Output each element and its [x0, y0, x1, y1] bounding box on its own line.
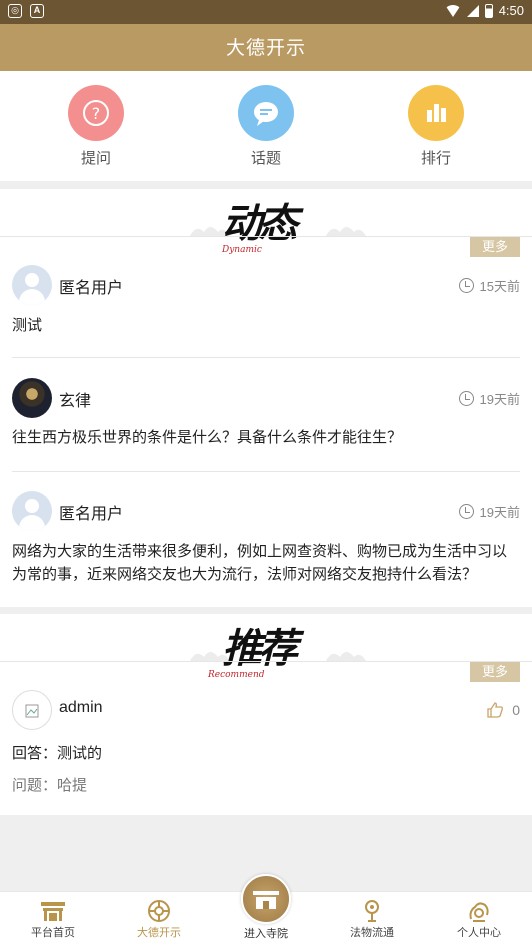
more-button[interactable]: 更多: [470, 662, 520, 682]
like-button[interactable]: 0: [486, 701, 520, 719]
section-title: 动态: [222, 200, 298, 247]
like-count: 0: [512, 702, 520, 718]
avatar: [12, 378, 52, 418]
nav-label: 法物流通: [350, 927, 394, 939]
nav-label: 大德开示: [137, 927, 181, 939]
enter-temple-button[interactable]: [241, 874, 291, 924]
avatar: [12, 690, 52, 730]
battery-icon: [484, 3, 493, 18]
dynamic-section: 动态 Dynamic 更多 匿名用户 15天前 测试 玄律 19天前 往生西方极…: [0, 189, 532, 607]
wifi-icon: [444, 4, 461, 17]
nav-label: 个人中心: [457, 927, 501, 939]
divider: [12, 357, 520, 358]
section-subtitle: Recommend: [208, 670, 265, 680]
post-content: 网络为大家的生活带来很多便利，例如上网查资料、购物已成为生活中习以为常的事，近来…: [12, 543, 508, 583]
user-name: admin: [59, 699, 103, 716]
quick-action-label: 提问: [80, 150, 111, 167]
quick-actions: ? 提问 话题 排行: [0, 71, 532, 181]
post-content: 往生西方极乐世界的条件是什么？具备什么条件才能往生？: [12, 429, 403, 446]
ask-question-button[interactable]: ? 提问: [56, 85, 136, 168]
signal-icon: [466, 4, 479, 17]
nav-item-home[interactable]: 平台首页: [13, 898, 93, 940]
question-icon: ?: [68, 85, 124, 141]
list-item[interactable]: 匿名用户 19天前 网络为大家的生活带来很多便利，例如上网查资料、购物已成为生活…: [12, 491, 520, 591]
list-item[interactable]: 匿名用户 15天前 测试: [12, 265, 520, 335]
answer-text: 回答：测试的: [12, 745, 103, 762]
divider: [0, 236, 532, 237]
nav-label: 进入寺院: [244, 928, 288, 940]
quick-action-label: 排行: [420, 150, 451, 167]
divider: [12, 471, 520, 472]
section-title: 推荐: [222, 625, 298, 672]
quick-action-label: 话题: [250, 150, 281, 167]
topic-button[interactable]: 话题: [226, 85, 306, 168]
user-name: 匿名用户: [59, 506, 124, 523]
more-button[interactable]: 更多: [470, 237, 520, 257]
post-time: 19天前: [458, 389, 520, 408]
post-time: 19天前: [458, 502, 520, 521]
user-name: 匿名用户: [59, 280, 124, 297]
ranking-button[interactable]: 排行: [396, 85, 476, 168]
recommend-section: 推荐 Recommend 更多 admin 0 回答：测试的 问题：哈提: [0, 614, 532, 815]
post-time: 15天前: [458, 276, 520, 295]
status-bar: ◎ A 4:50: [0, 0, 532, 24]
status-time: 4:50: [498, 3, 524, 18]
clock-icon: [458, 278, 474, 293]
list-item[interactable]: 玄律 19天前 往生西方极乐世界的条件是什么？具备什么条件才能往生？: [12, 378, 520, 448]
prayer-beads-icon: [332, 898, 412, 924]
divider: [0, 661, 532, 662]
nav-item-profile[interactable]: 个人中心: [439, 898, 519, 940]
person-cloud-icon: [439, 898, 519, 924]
section-subtitle: Dynamic: [222, 245, 262, 255]
avatar: [12, 491, 52, 531]
nav-label: 平台首页: [31, 927, 75, 939]
nav-item-items[interactable]: 法物流通: [332, 898, 412, 940]
bar-chart-icon: [408, 85, 464, 141]
app-notification-icon: A: [30, 4, 44, 18]
chat-bubble-icon: [238, 85, 294, 141]
svg-text:?: ?: [92, 104, 101, 123]
list-item[interactable]: admin 0 回答：测试的 问题：哈提: [12, 690, 520, 800]
post-content: 测试: [12, 317, 43, 334]
nav-item-dade[interactable]: 大德开示: [119, 898, 199, 940]
user-name: 玄律: [59, 393, 92, 410]
temple-gate-icon: [13, 898, 93, 924]
section-header: 动态 Dynamic 更多: [0, 189, 532, 257]
question-text: 问题：哈提: [12, 777, 88, 794]
clock-icon: [458, 504, 474, 519]
page-title: 大德开示: [0, 24, 532, 71]
dharma-wheel-icon: [119, 898, 199, 924]
section-header: 推荐 Recommend 更多: [0, 614, 532, 682]
avatar: [12, 265, 52, 305]
clock-icon: [458, 391, 474, 406]
wechat-icon: ◎: [8, 4, 22, 18]
temple-icon: [253, 891, 279, 909]
thumbs-up-icon: [487, 702, 504, 718]
bottom-nav: 平台首页 大德开示 进入寺院 法物流通 个人中心: [0, 874, 532, 944]
